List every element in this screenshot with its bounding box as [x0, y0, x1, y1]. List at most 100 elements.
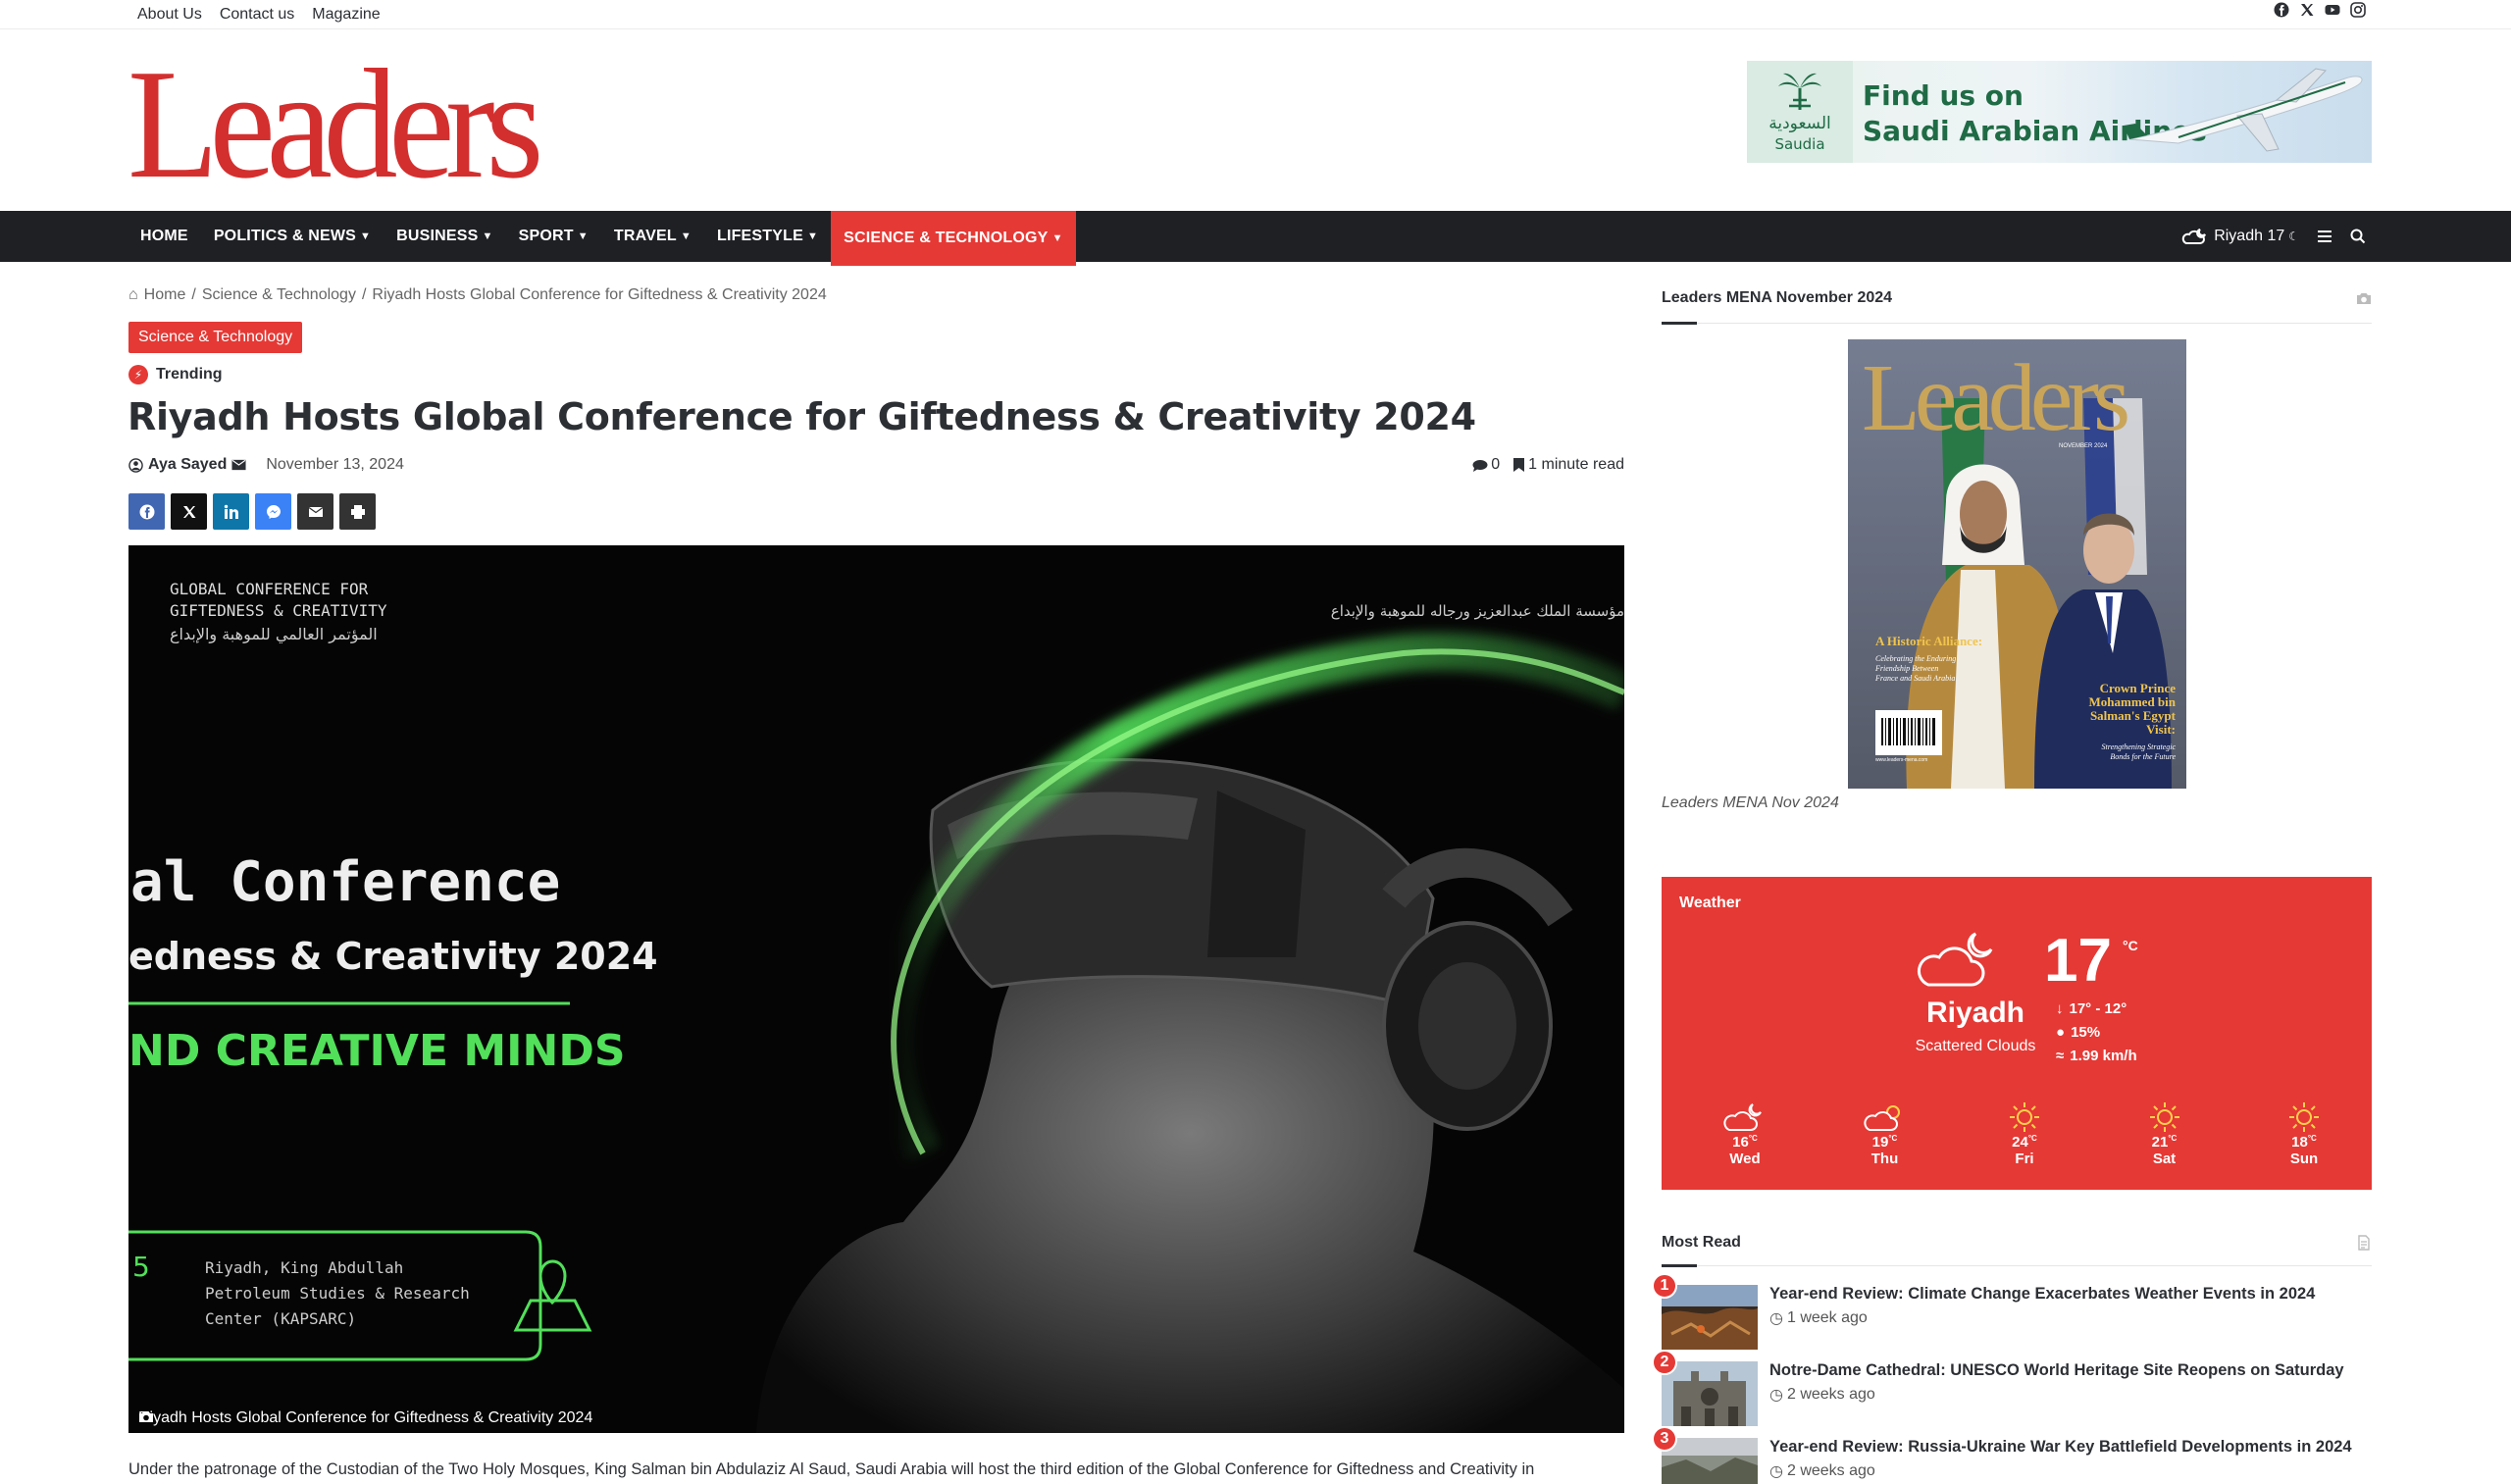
rank-badge: 3 — [1652, 1426, 1677, 1452]
nav-item-home[interactable]: HOME — [128, 211, 201, 262]
most-read-divider — [1662, 1264, 2372, 1267]
forecast-temp: 19 — [1871, 1134, 1889, 1151]
night-cloud-icon — [2181, 229, 2207, 244]
envelope-icon[interactable] — [231, 459, 246, 471]
nav-weather[interactable]: Riyadh 17 ☾ — [2180, 226, 2299, 247]
author-name: Aya Sayed — [148, 456, 228, 473]
most-read-thumbnail — [1662, 1361, 1758, 1426]
share-linkedin-button[interactable] — [213, 493, 249, 530]
most-read-item-title[interactable]: Year-end Review: Russia-Ukraine War Key … — [1769, 1438, 2352, 1457]
nav-item-sport[interactable]: SPORT ▼ — [506, 211, 601, 262]
forecast-day-name: Wed — [1729, 1151, 1761, 1167]
hero-text-top-ar: المؤتمر العالمي للموهبة والإبداع — [170, 625, 378, 644]
facebook-icon[interactable] — [2274, 2, 2289, 23]
hero-caption: Riyadh Hosts Global Conference for Gifte… — [138, 1409, 592, 1427]
weather-widget-title: Weather — [1679, 895, 1741, 911]
instagram-icon[interactable] — [2350, 1, 2366, 23]
cover-right-h4: Visit: — [2146, 722, 2176, 737]
most-read-item-time: ◷ 2 weeks ago — [1769, 1385, 1875, 1405]
cover-right-h3: Salman's Egypt — [2090, 708, 2177, 723]
hero-venue-2: Petroleum Studies & Research — [205, 1284, 470, 1303]
magazine-widget-divider — [1662, 322, 2372, 325]
forecast-unit: °C — [2307, 1134, 2317, 1143]
forecast-temp: 24 — [2012, 1134, 2028, 1151]
nav-item-lifestyle[interactable]: LIFESTYLE ▼ — [704, 211, 831, 262]
author[interactable]: Aya Sayed — [128, 456, 246, 474]
clock-icon: ◷ — [1769, 1310, 1783, 1327]
weather-humidity: ● 15% — [2056, 1024, 2100, 1041]
forecast-day: 19°C Thu — [1841, 1100, 1929, 1167]
weather-unit: °C — [2123, 938, 2138, 953]
nav-item-label: TRAVEL — [613, 228, 677, 244]
rank-badge: 2 — [1652, 1350, 1677, 1375]
hero-caption-text: Riyadh Hosts Global Conference for Gifte… — [138, 1409, 593, 1426]
weather-city: Riyadh — [1925, 997, 2025, 1029]
breadcrumb-category[interactable]: Science & Technology — [202, 286, 356, 304]
comments-value: 0 — [1491, 456, 1501, 473]
hero-venue-1: Riyadh, King Abdullah — [205, 1258, 403, 1277]
nav-item-politics-news[interactable]: POLITICS & NEWS ▼ — [201, 211, 384, 262]
share-messenger-button[interactable] — [255, 493, 291, 530]
search-icon[interactable] — [2350, 229, 2366, 244]
trending-text: Trending — [156, 366, 223, 383]
site-logo[interactable]: Leaders — [128, 36, 549, 211]
breadcrumb-home[interactable]: Home — [144, 286, 186, 304]
hero-text-top-right-ar: مؤسسة الملك عبدالعزيز ورجاله للموهبة وال… — [1331, 602, 1624, 620]
youtube-icon[interactable] — [2325, 2, 2340, 23]
forecast-day: 18°C Sun — [2260, 1100, 2348, 1167]
most-read-item[interactable]: 3 Year-end Review: Russia-Ukraine War Ke… — [1652, 1426, 2372, 1484]
hero-text-top-1: GLOBAL CONFERENCE FOR — [170, 580, 369, 598]
most-read-item-time: ◷ 1 week ago — [1769, 1308, 1868, 1328]
most-read-item-title[interactable]: Notre-Dame Cathedral: UNESCO World Herit… — [1769, 1361, 2344, 1380]
share-facebook-button[interactable] — [128, 493, 165, 530]
comments-count[interactable]: 0 — [1472, 456, 1500, 474]
nav-item-business[interactable]: BUSINESS ▼ — [384, 211, 506, 262]
contact-us-link[interactable]: Contact us — [220, 6, 294, 24]
read-time: 1 minute read — [1513, 456, 1624, 474]
chevron-down-icon: ▼ — [1051, 232, 1063, 244]
most-read-item[interactable]: 2 Notre-Dame Cathedral: UNESCO World Her… — [1652, 1350, 2372, 1428]
weather-forecast: 16°C Wed 19°C Thu 24°C Fri 21°C Sat 18°C… — [1701, 1100, 2348, 1167]
hero-venue-3: Center (KAPSARC) — [205, 1309, 356, 1328]
messenger-icon — [266, 504, 281, 519]
breadcrumb-separator: / — [361, 286, 367, 303]
share-buttons — [128, 493, 376, 530]
cover-logo: Leaders — [1862, 345, 2127, 451]
hero-text-top-2: GIFTEDNESS & CREATIVITY — [170, 601, 387, 620]
linkedin-icon — [224, 504, 238, 519]
magazine-cover[interactable]: Leaders NOVEMBER 2024 A Historic Allianc… — [1848, 339, 2186, 789]
nav-item-label: POLITICS & NEWS — [213, 228, 357, 244]
x-icon[interactable] — [2299, 2, 2315, 23]
most-read-item-title[interactable]: Year-end Review: Climate Change Exacerba… — [1769, 1285, 2315, 1304]
share-x-button[interactable] — [171, 493, 207, 530]
cover-url: www.leaders-mena.com — [1875, 757, 1927, 763]
saudia-banner-ad[interactable]: السعودية Saudia Find us on Saudi Arabian… — [1747, 61, 2372, 163]
forecast-temp: 16 — [1732, 1134, 1749, 1151]
category-badge[interactable]: Science & Technology — [128, 322, 303, 353]
publish-date: November 13, 2024 — [266, 456, 404, 473]
droplet-icon: ● — [2056, 1024, 2066, 1041]
night-cloud-icon — [1723, 1103, 1762, 1131]
print-button[interactable] — [339, 493, 376, 530]
most-read-item-time-value: 1 week ago — [1786, 1309, 1868, 1326]
envelope-icon — [308, 506, 323, 517]
most-read-item[interactable]: 1 Year-end Review: Climate Change Exacer… — [1652, 1273, 2372, 1352]
magazine-widget-title: Leaders MENA November 2024 — [1662, 289, 1893, 306]
nav-right: Riyadh 17 ☾ — [2180, 211, 2366, 262]
share-email-button[interactable] — [297, 493, 333, 530]
weather-wind-value: 1.99 km/h — [2070, 1048, 2137, 1064]
breadcrumb-separator: / — [191, 286, 196, 303]
wind-icon: ≈ — [2056, 1048, 2065, 1064]
weather-humidity-value: 15% — [2071, 1024, 2101, 1041]
nav-item-science-technology[interactable]: SCIENCE & TECHNOLOGY ▼ — [831, 211, 1076, 266]
read-time-value: 1 minute read — [1528, 456, 1624, 473]
hero-venue-left: 5 — [132, 1251, 150, 1283]
menu-icon[interactable] — [2317, 230, 2332, 243]
about-us-link[interactable]: About Us — [137, 6, 202, 24]
clock-icon: ◷ — [1769, 1387, 1783, 1404]
magazine-link[interactable]: Magazine — [312, 6, 380, 24]
x-icon — [182, 505, 195, 518]
nav-item-travel[interactable]: TRAVEL ▼ — [601, 211, 704, 262]
camera-icon — [139, 1411, 153, 1422]
nav-menu: HOME POLITICS & NEWS ▼ BUSINESS ▼ SPORT ▼ T… — [128, 211, 1076, 266]
